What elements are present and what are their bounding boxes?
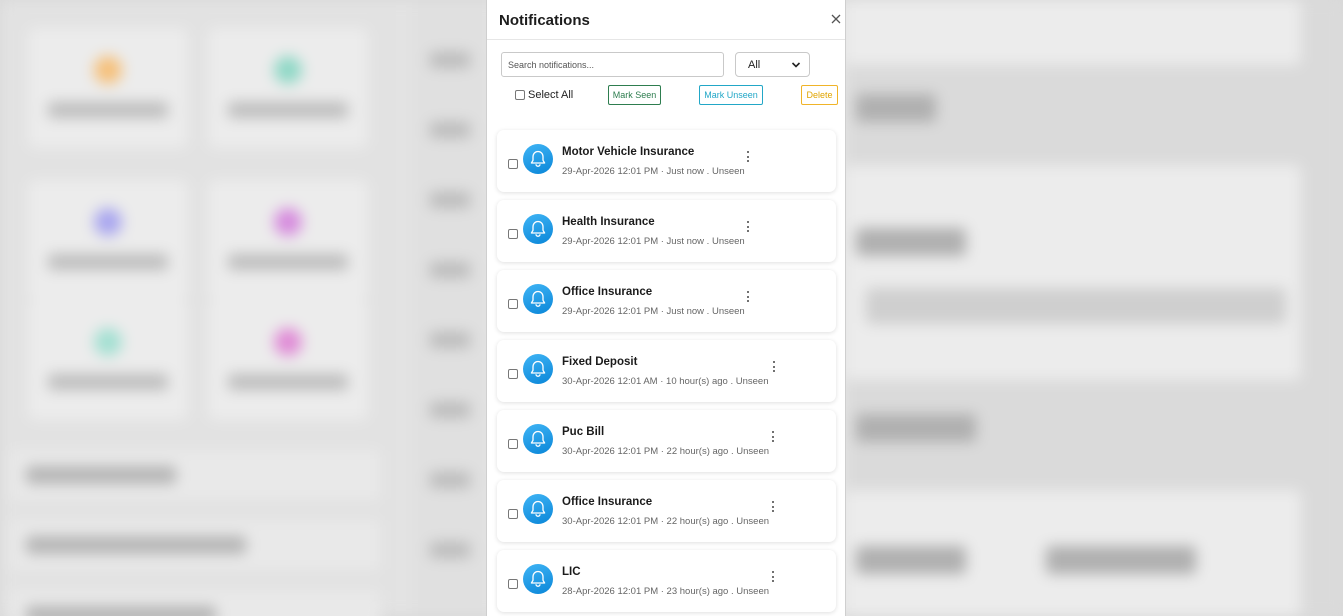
more-options-icon[interactable]: [769, 501, 777, 517]
background-accordion: [10, 520, 380, 570]
bell-icon: [523, 284, 553, 314]
filter-select-value: All: [748, 59, 761, 71]
more-options-icon[interactable]: [769, 431, 777, 447]
notification-checkbox[interactable]: [508, 369, 518, 379]
notification-meta: 29-Apr-2026 12:01 PM · Just now . Unseen: [562, 306, 745, 317]
notification-item[interactable]: Puc Bill 30-Apr-2026 12:01 PM · 22 hour(…: [497, 410, 836, 472]
background-tile: [208, 300, 368, 420]
select-all-checkbox[interactable]: [515, 90, 525, 100]
notifications-panel: Notifications All Select All Mark Seen M…: [486, 0, 846, 616]
background-content: [846, 0, 1343, 616]
background-accordion: [10, 450, 380, 500]
notification-item[interactable]: Office Insurance 29-Apr-2026 12:01 PM · …: [497, 270, 836, 332]
filter-select[interactable]: All: [735, 52, 810, 77]
close-icon: [831, 14, 841, 24]
search-input[interactable]: [501, 52, 724, 77]
more-options-icon[interactable]: [770, 361, 778, 377]
bell-icon: [523, 144, 553, 174]
notification-title: Office Insurance: [562, 496, 653, 508]
notification-title: LIC: [562, 566, 581, 578]
more-options-icon[interactable]: [744, 221, 752, 237]
mark-seen-button[interactable]: Mark Seen: [608, 85, 661, 105]
background-tile: [208, 28, 368, 148]
more-options-icon[interactable]: [744, 151, 752, 167]
background-sidebar: [0, 0, 400, 616]
close-button[interactable]: [831, 10, 845, 28]
background-tile: [208, 180, 368, 300]
notification-checkbox[interactable]: [508, 579, 518, 589]
bell-icon: [523, 494, 553, 524]
notification-title: Office Insurance: [562, 286, 653, 298]
select-all-label: Select All: [528, 89, 574, 101]
notification-item[interactable]: Office Insurance 30-Apr-2026 12:01 PM · …: [497, 480, 836, 542]
notification-checkbox[interactable]: [508, 229, 518, 239]
notification-item[interactable]: LIC 28-Apr-2026 12:01 PM · 23 hour(s) ag…: [497, 550, 836, 612]
notification-checkbox[interactable]: [508, 299, 518, 309]
panel-title: Notifications: [499, 12, 590, 29]
notification-meta: 29-Apr-2026 12:01 PM · Just now . Unseen: [562, 166, 745, 177]
bell-icon: [523, 564, 553, 594]
notification-meta: 29-Apr-2026 12:01 PM · Just now . Unseen: [562, 236, 745, 247]
notification-title: Health Insurance: [562, 216, 655, 228]
notification-meta: 30-Apr-2026 12:01 PM · 22 hour(s) ago . …: [562, 516, 770, 527]
notification-title: Motor Vehicle Insurance: [562, 146, 695, 158]
notification-checkbox[interactable]: [508, 509, 518, 519]
background-tile: [28, 28, 188, 148]
more-options-icon[interactable]: [744, 291, 752, 307]
notification-item[interactable]: Motor Vehicle Insurance 29-Apr-2026 12:0…: [497, 130, 836, 192]
select-all[interactable]: Select All: [515, 89, 573, 101]
panel-header: Notifications: [487, 0, 845, 40]
notification-title: Fixed Deposit: [562, 356, 638, 368]
notification-checkbox[interactable]: [508, 159, 518, 169]
chevron-down-icon: [791, 62, 801, 68]
notification-meta: 30-Apr-2026 12:01 AM · 10 hour(s) ago . …: [562, 376, 769, 387]
notification-item[interactable]: Fixed Deposit 30-Apr-2026 12:01 AM · 10 …: [497, 340, 836, 402]
mark-unseen-button[interactable]: Mark Unseen: [699, 85, 763, 105]
notification-checkbox[interactable]: [508, 439, 518, 449]
background-column: [410, 0, 490, 616]
notification-meta: 28-Apr-2026 12:01 PM · 23 hour(s) ago . …: [562, 586, 770, 597]
background-tile: [28, 180, 188, 300]
notification-title: Puc Bill: [562, 426, 605, 438]
delete-button[interactable]: Delete: [801, 85, 838, 105]
background-accordion: [10, 590, 380, 616]
bell-icon: [523, 424, 553, 454]
notification-meta: 30-Apr-2026 12:01 PM · 22 hour(s) ago . …: [562, 446, 770, 457]
bell-icon: [523, 214, 553, 244]
notification-item[interactable]: Health Insurance 29-Apr-2026 12:01 PM · …: [497, 200, 836, 262]
more-options-icon[interactable]: [769, 571, 777, 587]
background-tile: [28, 300, 188, 420]
bell-icon: [523, 354, 553, 384]
